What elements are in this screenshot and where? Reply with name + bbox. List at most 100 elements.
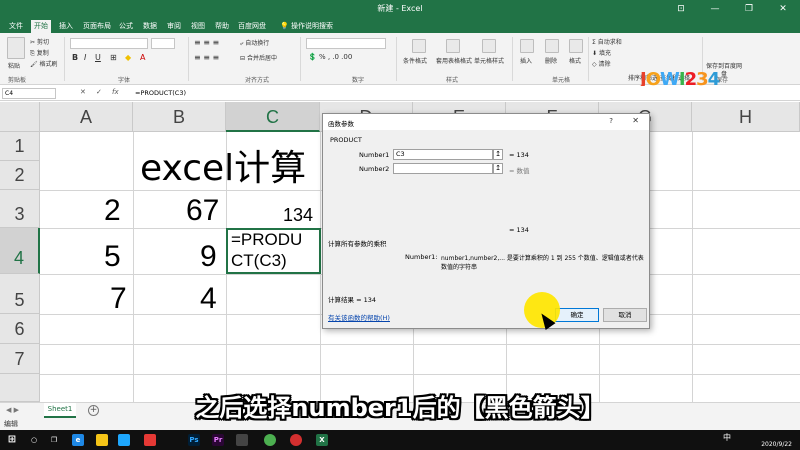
- ok-button[interactable]: 确定: [555, 308, 599, 322]
- app-icon[interactable]: [144, 434, 156, 446]
- align-top-icon[interactable]: ≡ ≡ ≡: [194, 38, 219, 47]
- cut-button[interactable]: ✂ 剪切: [30, 37, 49, 46]
- cell-a4[interactable]: 5: [104, 240, 121, 274]
- dialog-close-button[interactable]: ✕: [632, 116, 639, 125]
- table-format-icon[interactable]: [446, 39, 460, 53]
- fill-button[interactable]: ⬇ 填充: [592, 48, 611, 57]
- minimize-button[interactable]: —: [698, 0, 732, 18]
- sheet-title-cell[interactable]: excel计算: [140, 139, 306, 191]
- close-button[interactable]: ✕: [766, 0, 800, 18]
- cell-b3[interactable]: 67: [186, 194, 219, 228]
- merge-center-button[interactable]: ⊟ 合并后居中: [240, 53, 277, 62]
- search-icon[interactable]: ○: [28, 434, 40, 446]
- conditional-format-icon[interactable]: [412, 39, 426, 53]
- border-icon[interactable]: ⊞: [110, 53, 117, 62]
- tell-me-search[interactable]: 💡 操作说明搜索: [280, 20, 333, 33]
- tab-view[interactable]: 视图: [188, 20, 208, 33]
- tab-page-layout[interactable]: 页面布局: [81, 20, 113, 33]
- align-left-icon[interactable]: ≡ ≡ ≡: [194, 53, 219, 62]
- chrome-icon[interactable]: [264, 434, 276, 446]
- premiere-icon[interactable]: Pr: [212, 434, 224, 446]
- column-header-c[interactable]: C: [226, 102, 320, 132]
- ie-browser-icon[interactable]: e: [72, 434, 84, 446]
- insert-cells-icon[interactable]: [520, 39, 534, 53]
- format-cells-icon[interactable]: [569, 39, 583, 53]
- cell-styles-button[interactable]: 单元格样式: [474, 56, 504, 65]
- fill-color-icon[interactable]: ◆: [125, 53, 131, 62]
- cell-c3[interactable]: 134: [283, 205, 313, 226]
- cell-a5[interactable]: 7: [110, 282, 127, 316]
- conditional-format-button[interactable]: 条件格式: [403, 56, 427, 65]
- clear-button[interactable]: ◇ 清除: [592, 59, 611, 68]
- dialog-help-button[interactable]: ?: [609, 117, 613, 125]
- column-header-b[interactable]: B: [133, 102, 226, 132]
- font-color-icon[interactable]: A: [140, 53, 145, 62]
- wrap-text-button[interactable]: ⤶ 自动换行: [240, 38, 269, 48]
- enter-formula-button[interactable]: ✓: [96, 88, 102, 96]
- number1-input[interactable]: C3: [393, 149, 493, 160]
- windows-start-icon[interactable]: ⊞: [6, 434, 18, 446]
- store-icon[interactable]: [118, 434, 130, 446]
- row-header-7[interactable]: 7: [0, 344, 40, 374]
- cell-b5[interactable]: 4: [200, 282, 217, 316]
- formula-input[interactable]: =PRODUCT(C3): [135, 89, 186, 97]
- select-all-corner[interactable]: [0, 102, 40, 132]
- row-header-6[interactable]: 6: [0, 314, 40, 344]
- tab-review[interactable]: 审阅: [164, 20, 184, 33]
- tab-home[interactable]: 开始: [31, 20, 51, 33]
- bold-icon[interactable]: B: [72, 53, 78, 62]
- tab-formulas[interactable]: 公式: [116, 20, 136, 33]
- cell-b4[interactable]: 9: [200, 240, 217, 274]
- row-header-1[interactable]: 1: [0, 132, 40, 161]
- number-format-box[interactable]: [306, 38, 386, 49]
- tab-help[interactable]: 帮助: [212, 20, 232, 33]
- file-explorer-icon[interactable]: [96, 434, 108, 446]
- table-format-button[interactable]: 套用表格格式: [436, 56, 472, 65]
- ime-indicator[interactable]: 中: [723, 432, 731, 443]
- format-painter-button[interactable]: 🖌 格式刷: [30, 59, 58, 68]
- number2-collapse-button[interactable]: ↥: [493, 163, 503, 174]
- restore-button[interactable]: ❐: [732, 0, 766, 18]
- recorder-icon[interactable]: [290, 434, 302, 446]
- format-cells-button[interactable]: 格式: [569, 56, 581, 65]
- tab-file[interactable]: 文件: [6, 20, 26, 33]
- tab-insert[interactable]: 插入: [56, 20, 76, 33]
- number2-input[interactable]: [393, 163, 493, 174]
- row-header-3[interactable]: 3: [0, 190, 40, 228]
- cancel-formula-button[interactable]: ✕: [80, 88, 86, 96]
- insert-cells-button[interactable]: 插入: [520, 56, 532, 65]
- cell-styles-icon[interactable]: [482, 39, 496, 53]
- column-header-a[interactable]: A: [40, 102, 133, 132]
- font-name-box[interactable]: [70, 38, 148, 49]
- number1-collapse-button[interactable]: ↥: [493, 149, 503, 160]
- copy-button[interactable]: ⎘ 复制: [30, 48, 49, 58]
- account-icon[interactable]: ⊡: [664, 0, 698, 18]
- function-help-link[interactable]: 有关该函数的帮助(H): [328, 312, 390, 322]
- task-view-icon[interactable]: ❐: [48, 434, 60, 446]
- app-icon[interactable]: [236, 434, 248, 446]
- row-header-5[interactable]: 5: [0, 274, 40, 314]
- excel-taskbar-icon[interactable]: X: [316, 434, 328, 446]
- active-cell-c4[interactable]: =PRODU CT(C3): [226, 228, 321, 274]
- number-format-icons[interactable]: 💲 % ‚ .0 .00: [308, 53, 352, 61]
- paste-button[interactable]: 粘贴: [8, 61, 20, 70]
- tab-baidu-netdisk[interactable]: 百度网盘: [236, 20, 268, 33]
- underline-icon[interactable]: U: [95, 53, 101, 62]
- row-header-4[interactable]: 4: [0, 228, 40, 274]
- delete-cells-icon[interactable]: [545, 39, 559, 53]
- paste-icon[interactable]: [7, 37, 25, 59]
- name-box[interactable]: C4: [2, 88, 56, 99]
- cancel-button[interactable]: 取消: [603, 308, 647, 322]
- dialog-title-bar[interactable]: 函数参数 ? ✕: [323, 114, 649, 130]
- insert-function-button[interactable]: fx: [112, 88, 119, 96]
- font-size-box[interactable]: [151, 38, 175, 49]
- column-header-h[interactable]: H: [692, 102, 800, 132]
- row-header-2[interactable]: 2: [0, 161, 40, 190]
- cell-a3[interactable]: 2: [104, 194, 121, 228]
- italic-icon[interactable]: I: [84, 53, 86, 62]
- cell-c4-line2: CT(C3): [231, 251, 287, 270]
- delete-cells-button[interactable]: 删除: [545, 56, 557, 65]
- photoshop-icon[interactable]: Ps: [188, 434, 200, 446]
- autosum-button[interactable]: Σ 自动求和: [592, 37, 622, 46]
- tab-data[interactable]: 数据: [140, 20, 160, 33]
